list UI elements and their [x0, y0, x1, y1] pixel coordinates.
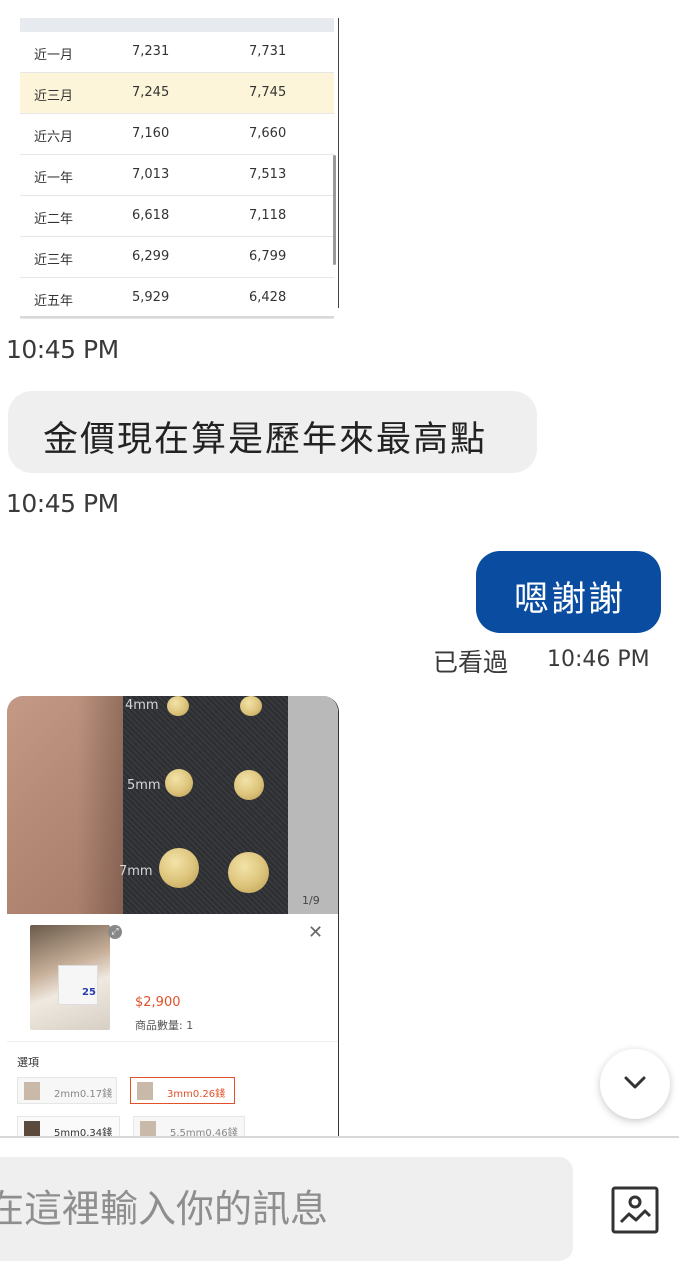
photo-page-indicator: 1/9	[302, 894, 320, 907]
option-3mm-selected[interactable]: 3mm0.26錢	[130, 1077, 235, 1104]
table-row: 近一月 7,231 7,731	[20, 32, 334, 73]
row-value-a: 7,231	[132, 44, 170, 59]
outgoing-message-bubble[interactable]: 嗯謝謝	[476, 551, 661, 633]
row-value-a: 7,160	[132, 126, 170, 141]
seen-status: 已看過	[433, 648, 509, 677]
row-value-b: 7,745	[249, 85, 287, 100]
row-value-a: 7,013	[132, 167, 170, 182]
table-bottom-border	[20, 316, 334, 318]
size-label-7mm: 7mm	[119, 864, 153, 879]
image-upload-icon[interactable]	[610, 1185, 660, 1235]
table-row: 近六月 7,160 7,660	[20, 114, 334, 155]
gold-bead	[165, 769, 193, 797]
incoming-message-bubble[interactable]: 金價現在算是歷年來最高點	[8, 391, 537, 473]
row-value-a: 5,929	[132, 290, 170, 305]
gold-bead	[159, 848, 199, 888]
product-quantity: 商品數量: 1	[135, 1019, 194, 1032]
table-header-bar	[20, 18, 334, 32]
gold-bead	[228, 852, 269, 893]
product-photo: 4mm 5mm 7mm 1/9	[7, 696, 338, 914]
row-value-b: 7,660	[249, 126, 287, 141]
close-icon[interactable]: ✕	[308, 922, 323, 943]
product-thumbnail: 25	[30, 925, 110, 1030]
table-scroll-thumb	[333, 155, 336, 265]
outgoing-message-text: 嗯謝謝	[514, 580, 626, 620]
row-value-b: 7,513	[249, 167, 287, 182]
table-row: 近二年 6,618 7,118	[20, 196, 334, 237]
option-5-5mm[interactable]: 5.5mm0.46錢	[133, 1116, 245, 1136]
gold-bead	[240, 696, 262, 716]
thumbnail-badge: 25	[82, 987, 96, 998]
row-period: 近一月	[34, 48, 74, 63]
divider	[7, 1041, 338, 1042]
chevron-down-icon	[624, 1076, 646, 1089]
options-title: 選項	[17, 1056, 39, 1069]
row-value-a: 7,245	[132, 85, 170, 100]
gold-price-table-image[interactable]: 近一月 7,231 7,731 近三月 7,245 7,745 近六月 7,160 7,660 近…	[8, 0, 340, 320]
row-period: 近六月	[34, 130, 74, 145]
gold-bead	[234, 770, 264, 800]
row-value-b: 7,118	[249, 208, 287, 223]
gold-bead	[167, 696, 189, 716]
incoming-message-text: 金價現在算是歷年來最高點	[43, 420, 488, 460]
row-value-b: 6,799	[249, 249, 287, 264]
table-scroll-track	[338, 18, 339, 308]
row-value-a: 6,618	[132, 208, 170, 223]
row-period: 近一年	[34, 171, 74, 186]
row-value-b: 6,428	[249, 290, 287, 305]
size-label-5mm: 5mm	[127, 778, 161, 793]
product-screenshot-image[interactable]: 4mm 5mm 7mm 1/9 ✕ 25 ⤢ $2,900 商品數量: 1 選項…	[7, 696, 339, 1136]
table-row: 近五年 5,929 6,428	[20, 278, 334, 319]
message-timestamp: 10:45 PM	[6, 489, 119, 518]
row-period: 近五年	[34, 294, 74, 309]
option-2mm[interactable]: 2mm0.17錢	[17, 1077, 117, 1104]
message-input[interactable]	[0, 1157, 573, 1261]
composer-divider	[0, 1136, 679, 1138]
row-period: 近二年	[34, 212, 74, 227]
option-5mm[interactable]: 5mm0.34錢	[17, 1116, 120, 1136]
message-timestamp: 10:45 PM	[6, 335, 119, 364]
hand-photo-area	[7, 696, 129, 914]
scroll-to-bottom-button[interactable]	[600, 1049, 670, 1119]
table-row: 近一年 7,013 7,513	[20, 155, 334, 196]
zoom-icon[interactable]: ⤢	[108, 925, 122, 939]
row-value-b: 7,731	[249, 44, 287, 59]
product-price: $2,900	[135, 995, 181, 1010]
table-row: 近三年 6,299 6,799	[20, 237, 334, 278]
message-timestamp: 10:46 PM	[547, 647, 650, 672]
row-period: 近三年	[34, 253, 74, 268]
table-row: 近三月 7,245 7,745	[20, 73, 334, 114]
row-value-a: 6,299	[132, 249, 170, 264]
row-period: 近三月	[34, 89, 74, 104]
size-label-4mm: 4mm	[125, 698, 159, 713]
